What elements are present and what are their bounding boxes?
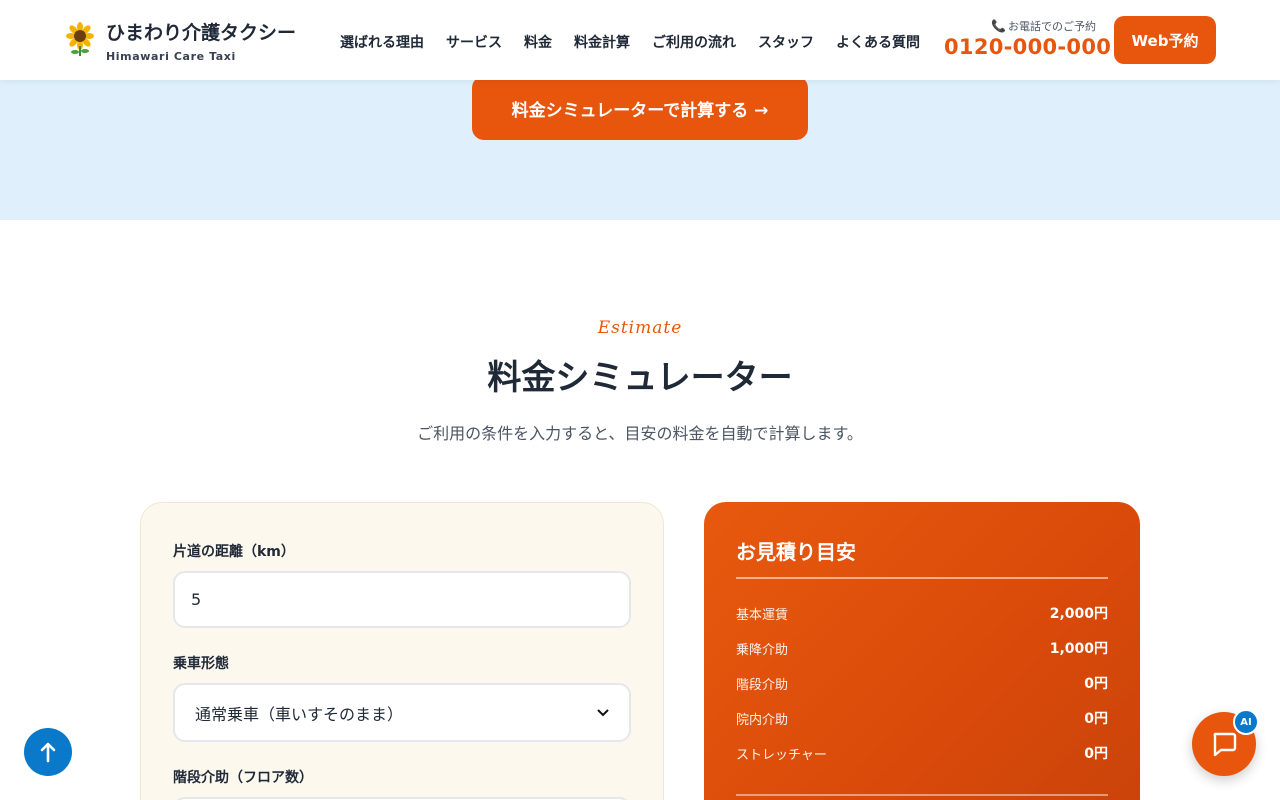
phone-number[interactable]: 0120-000-000 (944, 35, 1111, 59)
phone-contact[interactable]: 📞 お電話でのご予約 0120-000-000 (944, 18, 1111, 59)
ride-type-value: 通常乗車（車いすそのまま） (195, 704, 404, 724)
sunflower-icon (66, 22, 94, 56)
estimate-title: お見積り目安 (736, 540, 856, 564)
site-logo[interactable]: ひまわり介護タクシー Himawari Care Taxi (64, 16, 324, 66)
chat-icon (1213, 732, 1237, 757)
web-reservation-button[interactable]: Web予約 (1114, 16, 1216, 64)
estimate-row-value: 1,000円 (1049, 641, 1108, 657)
section-description: ご利用の条件を入力すると、目安の料金を自動で計算します。 (417, 424, 863, 443)
logo-subtitle: Himawari Care Taxi (106, 50, 236, 63)
ride-type-label: 乗車形態 (173, 656, 229, 672)
estimate-row-value: 0円 (1084, 746, 1108, 762)
ride-type-select[interactable]: 通常乗車（車いすそのまま） (173, 683, 631, 742)
estimate-row: ストレッチャー 0円 (736, 743, 1108, 763)
estimate-row-value: 0円 (1084, 676, 1108, 692)
phone-label: お電話でのご予約 (1008, 20, 1096, 33)
arrow-up-icon (40, 742, 56, 763)
estimate-row: 階段介助 0円 (736, 673, 1108, 693)
estimate-card: お見積り目安 基本運賃 2,000円 乗降介助 1,000円 階段介助 0円 院… (704, 502, 1140, 800)
section-eyebrow: Estimate (597, 318, 683, 338)
nav-calculator[interactable]: 料金計算 (574, 32, 630, 52)
estimate-row: 院内介助 0円 (736, 708, 1108, 728)
distance-input[interactable] (173, 571, 631, 628)
estimate-row-label: 基本運賃 (736, 607, 789, 623)
estimate-row-label: 階段介助 (736, 677, 789, 693)
estimate-row-label: 乗降介助 (736, 642, 789, 658)
main-nav: 選ばれる理由 サービス 料金 料金計算 ご利用の流れ スタッフ よくある質問 (340, 32, 920, 52)
estimate-row: 乗降介助 1,000円 (736, 638, 1108, 658)
estimate-row-label: 院内介助 (736, 712, 789, 728)
nav-reasons[interactable]: 選ばれる理由 (340, 32, 424, 52)
phone-icon: 📞 (991, 19, 1006, 33)
divider (736, 577, 1108, 579)
logo-title: ひまわり介護タクシー (106, 22, 297, 44)
nav-services[interactable]: サービス (446, 32, 502, 52)
estimate-row-value: 2,000円 (1049, 606, 1108, 622)
estimate-row: 基本運賃 2,000円 (736, 603, 1108, 623)
estimate-row-label: ストレッチャー (736, 747, 827, 763)
site-header: ひまわり介護タクシー Himawari Care Taxi 選ばれる理由 サービ… (0, 0, 1280, 80)
nav-pricing[interactable]: 料金 (524, 32, 552, 52)
estimate-row-value: 0円 (1084, 711, 1108, 727)
back-to-top-button[interactable] (24, 728, 72, 776)
distance-label: 片道の距離（km） (173, 544, 295, 560)
stairs-label: 階段介助（フロア数） (173, 770, 313, 786)
nav-flow[interactable]: ご利用の流れ (652, 32, 736, 52)
divider (736, 794, 1108, 796)
chevron-down-icon (597, 708, 609, 716)
simulator-button[interactable]: 料金シミュレーターで計算する → (472, 76, 808, 140)
ai-badge: AI (1233, 709, 1259, 735)
simulator-form: 片道の距離（km） 乗車形態 通常乗車（車いすそのまま） 階段介助（フロア数） (140, 502, 664, 800)
section-title: 料金シミュレーター (487, 358, 793, 398)
nav-faq[interactable]: よくある質問 (836, 32, 920, 52)
nav-staff[interactable]: スタッフ (758, 32, 814, 52)
